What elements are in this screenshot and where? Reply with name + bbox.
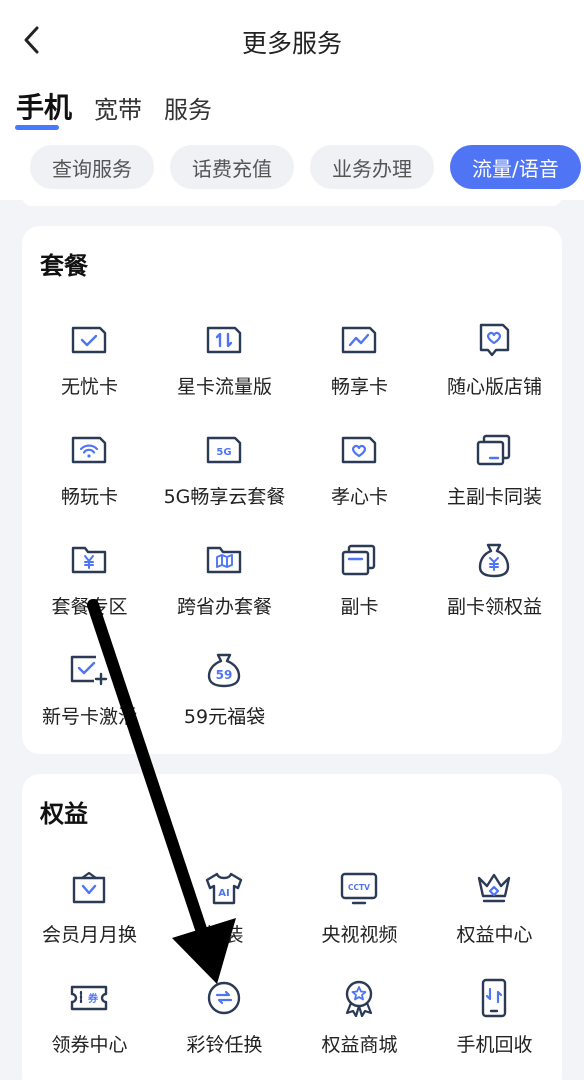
page-title: 更多服务	[241, 29, 342, 58]
svg-text:5G: 5G	[216, 447, 231, 458]
tab-service[interactable]: 服务	[164, 90, 212, 136]
cctv-badge: CCTV	[348, 883, 370, 892]
card-check-icon	[69, 320, 109, 360]
grid-item-sub-card[interactable]: 副卡	[292, 540, 427, 640]
grid-item-wuyou-card[interactable]: 无忧卡	[22, 320, 157, 420]
section-title: 套餐	[40, 252, 88, 280]
grid-item-label: 畅享卡	[330, 376, 388, 398]
lucky-bag-icon: 59	[204, 650, 244, 690]
grid-item-59-lucky-bag[interactable]: 59 59元福袋	[157, 650, 292, 750]
lucky-bag-badge: 59	[216, 668, 233, 682]
section-card-benefits: 权益 会员月月换 AI 换装 CCTV 央视视频 权益中心 券 领券中心 彩铃任…	[22, 774, 562, 1080]
grid-item-label: 权益中心	[456, 924, 533, 946]
grid-item-ai-outfit[interactable]: AI 换装	[157, 868, 292, 968]
tab-data-voice[interactable]: 流量/语音	[450, 145, 581, 189]
card-chart-icon	[339, 320, 379, 360]
tab-query-service[interactable]: 查询服务	[30, 145, 154, 189]
tab-bill-recharge[interactable]: 话费充值	[170, 145, 294, 189]
grid-item-label: 换装	[205, 924, 244, 946]
coupon-icon: 券	[69, 978, 109, 1018]
grid-item-label: 孝心卡	[330, 486, 388, 508]
grid-item-cross-province-plan[interactable]: 跨省办套餐	[157, 540, 292, 640]
money-bag-icon	[474, 540, 514, 580]
grid-item-benefits-center[interactable]: 权益中心	[427, 868, 562, 968]
grid-item-changxiang-card[interactable]: 畅享卡	[292, 320, 427, 420]
grid-item-sub-card-benefits[interactable]: 副卡领权益	[427, 540, 562, 640]
grid-item-phone-recycle[interactable]: 手机回收	[427, 978, 562, 1078]
grid-item-label: 彩铃任换	[186, 1034, 263, 1056]
grid-item-label: 手机回收	[456, 1034, 533, 1056]
award-icon	[339, 978, 379, 1018]
grid-item-coupon-center[interactable]: 券 领券中心	[22, 978, 157, 1078]
active-tab-indicator	[15, 125, 59, 130]
grid-item-5g-cloud-plan[interactable]: 5G 5G畅享云套餐	[157, 430, 292, 530]
grid-item-label: 副卡	[340, 596, 379, 618]
grid-item-ringtone-swap[interactable]: 彩铃任换	[157, 978, 292, 1078]
tab-broadband[interactable]: 宽带	[94, 90, 142, 136]
gift-box-icon	[69, 868, 109, 908]
grid-item-new-card-activate[interactable]: 新号卡激活	[22, 650, 157, 750]
nav-bar: 更多服务	[0, 0, 584, 80]
folder-yuan-icon	[69, 540, 109, 580]
grid-item-label: 套餐专区	[51, 596, 128, 618]
ringtone-icon	[204, 978, 244, 1018]
grid-item-label: 畅玩卡	[60, 486, 118, 508]
grid-item-label: 权益商城	[321, 1034, 398, 1056]
grid-item-main-sub-card[interactable]: 主副卡同装	[427, 430, 562, 530]
tab-business-handling[interactable]: 业务办理	[310, 145, 434, 189]
card-data-icon	[204, 320, 244, 360]
grid-item-label: 新号卡激活	[41, 706, 137, 728]
grid-item-label: 59元福袋	[183, 706, 266, 728]
card-wifi-icon	[69, 430, 109, 470]
shirt-icon: AI	[204, 868, 244, 908]
section-title: 权益	[40, 800, 88, 828]
grid-item-label: 5G畅享云套餐	[163, 486, 286, 508]
outfit-badge: AI	[218, 888, 229, 899]
grid-item-member-monthly-swap[interactable]: 会员月月换	[22, 868, 157, 968]
dual-card-icon	[474, 430, 514, 470]
crown-icon	[474, 868, 514, 908]
grid-item-label: 领券中心	[51, 1034, 128, 1056]
grid-item-benefits-mall[interactable]: 权益商城	[292, 978, 427, 1078]
sub-tab-bar: 查询服务 话费充值 业务办理 流量/语音	[30, 145, 581, 189]
grid-item-suixin-shop[interactable]: 随心版店铺	[427, 320, 562, 420]
tv-icon: CCTV	[339, 868, 379, 908]
card-5g-icon: 5G	[204, 430, 244, 470]
section-card-plans: 套餐 无忧卡 星卡流量版 畅享卡 随心版店铺 畅玩卡 5G 5G畅享云套餐 孝心…	[22, 226, 562, 754]
grid-item-label: 副卡领权益	[446, 596, 542, 618]
folder-map-icon	[204, 540, 244, 580]
grid-item-label: 随心版店铺	[446, 376, 542, 398]
grid-item-changwan-card[interactable]: 畅玩卡	[22, 430, 157, 530]
dual-card-icon	[339, 540, 379, 580]
grid-item-plan-zone[interactable]: 套餐专区	[22, 540, 157, 640]
grid-item-label: 无忧卡	[60, 376, 118, 398]
grid-item-cctv-video[interactable]: CCTV 央视视频	[292, 868, 427, 968]
coupon-badge: 券	[87, 992, 99, 1005]
phone-recycle-icon	[474, 978, 514, 1018]
grid-item-label: 主副卡同装	[446, 486, 542, 508]
card-activate-icon	[69, 650, 109, 690]
grid-item-star-card-data[interactable]: 星卡流量版	[157, 320, 292, 420]
grid-item-label: 会员月月换	[41, 924, 137, 946]
grid-item-label: 央视视频	[321, 924, 398, 946]
grid-item-xiaoxin-card[interactable]: 孝心卡	[292, 430, 427, 530]
card-heart-icon	[339, 430, 379, 470]
previous-card-edge	[22, 196, 562, 206]
card-heart-icon	[474, 320, 514, 360]
grid-item-label: 跨省办套餐	[176, 596, 272, 618]
grid-item-label: 星卡流量版	[176, 376, 272, 398]
